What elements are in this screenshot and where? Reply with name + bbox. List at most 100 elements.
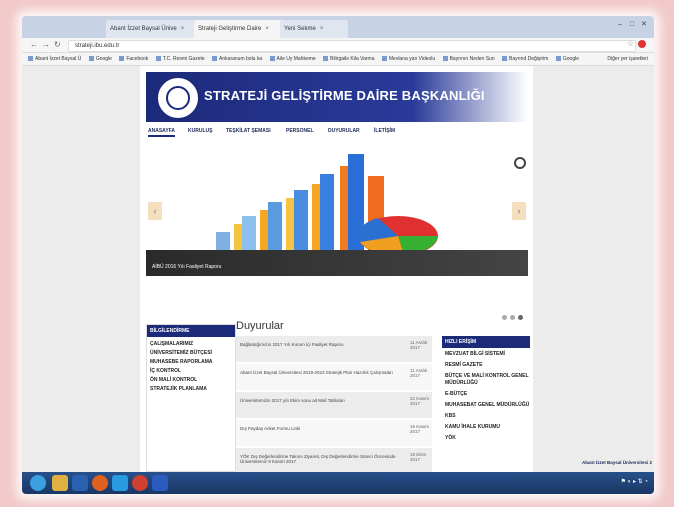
bookmark-icon [323,56,329,62]
info-link[interactable]: MUHASEBE RAPORLAMA [150,358,235,367]
announcement-row[interactable]: Abant İzzet Baysal Üniversitesi 2019-202… [236,364,432,390]
address-bar: ← → ↻ strateji.ibu.edu.tr ☆ [22,38,654,53]
main-menu: ANASAYFA KURULUŞ TEŞKİLAT ŞEMASI PERSONE… [146,128,528,142]
bookmark-item[interactable]: Aile Uy Mahkeme [269,53,316,65]
footer-text: Abant İzzet Baysal Üniversitesi 2 [581,460,652,465]
menu-teskilat[interactable]: TEŞKİLAT ŞEMASI [226,128,271,134]
info-link[interactable]: STRATEJİK PLANLAMA [150,385,235,394]
next-arrow-icon[interactable]: › [512,202,526,220]
bookmark-item[interactable]: Bayrının Neden Sun [442,53,495,65]
screenshot-frame: Abant İzzet Baysal Ünive × Strateji Geliş… [22,16,654,494]
quick-link[interactable]: YÖK [445,435,530,442]
university-logo [156,76,200,120]
menu-iletisim[interactable]: İLETİŞİM [374,128,395,134]
slide-caption: AİBÜ 2016 Yılı Faaliyet Raporu [152,264,222,270]
bookmark-item[interactable]: Facebook [119,53,148,65]
close-icon[interactable]: × [320,26,324,32]
bookmark-item[interactable]: T.C. Resmi Gazete [155,53,205,65]
announcement-row[interactable]: Dış Paydaş Anket Formu Linki 16 Kasım 201… [236,420,432,446]
info-box-heading: BİLGİLENDİRME [147,325,235,337]
quick-link[interactable]: BÜTÇE VE MALİ KONTROL GENEL MÜDÜRLÜĞÜ [445,373,530,387]
site-title: STRATEJİ GELİŞTİRME DAİRE BAŞKANLIĞI [204,88,485,103]
back-icon[interactable]: ← [30,40,38,49]
browser-tab-bar: Abant İzzet Baysal Ünive × Strateji Geliş… [22,16,654,38]
site-container: STRATEJİ GELİŞTİRME DAİRE BAŞKANLIĞI ANA… [140,66,533,472]
bookmark-icon [119,56,125,62]
bookmark-star-icon[interactable]: ☆ [627,39,634,48]
menu-duyurular[interactable]: DUYURULAR [328,128,360,134]
bookmark-item[interactable]: Bilirgaile Kila Varma [323,53,374,65]
bookmark-item[interactable]: Ankaranum bolu ka [212,53,262,65]
skype-icon[interactable] [112,475,128,491]
bookmark-icon [269,56,275,62]
reload-icon[interactable]: ↻ [54,40,61,49]
menu-kurulus[interactable]: KURULUŞ [188,128,212,134]
announcement-row[interactable]: Bağlantığımızın 2017 Yılı Kurum İçi Faal… [236,336,432,362]
tab-label: Yeni Sekme [284,26,316,32]
maximize-icon[interactable]: □ [626,21,638,28]
slider-pause-icon[interactable] [514,157,526,169]
bookmark-icon [442,56,448,62]
bookmark-icon [555,56,561,62]
menu-personel[interactable]: PERSONEL [286,128,314,134]
close-icon[interactable]: × [181,26,185,32]
word-icon[interactable] [152,475,168,491]
media-icon[interactable] [72,475,88,491]
menu-anasayfa[interactable]: ANASAYFA [148,128,176,137]
url-input[interactable]: strateji.ibu.edu.tr [68,40,636,52]
announcement-row[interactable]: Üniversitemizin 2017 yılı Ekim sonu ait … [236,392,432,418]
bookmark-icon [28,56,33,62]
slider-dot[interactable] [510,315,515,320]
info-link[interactable]: ÇALIŞMALARIMIZ [150,340,235,349]
firefox-icon[interactable] [92,475,108,491]
other-bookmarks[interactable]: Diğer yer işaretleri [607,53,648,65]
bookmark-icon [502,56,508,62]
bookmark-icon [212,56,218,62]
chrome-icon[interactable] [132,475,148,491]
quick-link[interactable]: KAMU İHALE KURUMU [445,424,530,431]
bookmark-item[interactable]: Abant İzzet Baysal Ü [28,53,81,65]
bookmark-icon [88,56,94,62]
image-slider: AİBÜ 2016 Yılı Faaliyet Raporu ‹ › [146,154,528,276]
slider-dot-active[interactable] [518,315,523,320]
tray-icons[interactable]: ⚑ ◐ ▸ ⇅ ◔ [621,479,648,485]
bookmark-icon [381,56,387,62]
bookmarks-bar: Abant İzzet Baysal Ü Google Facebook T.C… [22,53,654,66]
caption-bar [146,250,528,276]
bookmark-item[interactable]: Google [555,53,579,65]
window-controls: – □ ✕ [614,20,650,28]
bookmark-icon [155,56,161,62]
info-link[interactable]: İÇ KONTROL [150,367,235,376]
announcement-row[interactable]: YÖK Dış Değerlendirme Takımı Ziyareti, D… [236,448,432,472]
taskbar: ⚑ ◐ ▸ ⇅ ◔ [22,472,654,494]
prev-arrow-icon[interactable]: ‹ [148,202,162,220]
announcements-list: Bağlantığımızın 2017 Yılı Kurum İçi Faal… [236,336,432,472]
quick-link[interactable]: MUHASEBAT GENEL MÜDÜRLÜĞÜ [445,402,530,409]
forward-icon[interactable]: → [42,40,50,49]
bookmark-item[interactable]: Mevlana yan Videolu [381,53,435,65]
start-icon[interactable] [30,475,46,491]
minimize-icon[interactable]: – [614,21,626,28]
close-icon[interactable]: × [265,26,269,32]
info-link[interactable]: ÖN MALİ KONTROL [150,376,235,385]
quick-access-box: HIZLI ERİŞİM MEVZUAT BİLGİ SİSTEMİ RESMİ… [442,336,530,472]
tab-aibu[interactable]: Abant İzzet Baysal Ünive × [106,20,200,38]
extension-icon[interactable] [638,40,646,48]
info-box: BİLGİLENDİRME ÇALIŞMALARIMIZ ÜNİVERSİTEM… [146,324,236,472]
quick-link[interactable]: KBS [445,413,530,420]
quick-link[interactable]: E-BÜTÇE [445,391,530,398]
quick-link[interactable]: MEVZUAT BİLGİ SİSTEMİ [445,351,530,358]
tab-strateji[interactable]: Strateji Geliştirme Daire × [194,20,286,38]
slider-dots [502,307,526,325]
window-close-icon[interactable]: ✕ [638,20,650,28]
folder-icon[interactable] [52,475,68,491]
tab-new[interactable]: Yeni Sekme × [280,20,348,38]
slider-dot[interactable] [502,315,507,320]
bookmark-item[interactable]: Google [88,53,112,65]
quick-link[interactable]: RESMİ GAZETE [445,362,530,369]
page-viewport: STRATEJİ GELİŞTİRME DAİRE BAŞKANLIĞI ANA… [22,66,654,472]
quick-access-heading: HIZLI ERİŞİM [442,336,530,348]
info-link[interactable]: ÜNİVERSİTEMİZ BÜTÇESİ [150,349,235,358]
bookmark-item[interactable]: Bayrınd Değişirim [502,53,548,65]
system-tray: ⚑ ◐ ▸ ⇅ ◔ [621,478,648,485]
